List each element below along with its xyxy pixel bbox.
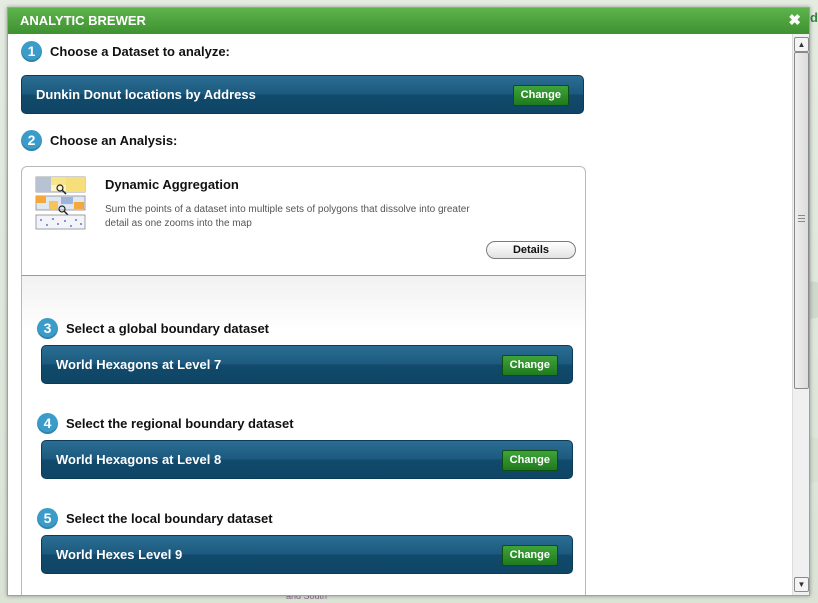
dataset-name-main: Dunkin Donut locations by Address	[36, 87, 256, 102]
vertical-scrollbar[interactable]: ▲ ▼	[792, 34, 809, 595]
dataset-bar-global: World Hexagons at Level 7 Change	[41, 345, 573, 384]
step-5-heading: 5 Select the local boundary dataset	[37, 508, 273, 529]
scrollbar-grip-icon	[798, 215, 805, 223]
step-1-label: Choose a Dataset to analyze:	[50, 44, 230, 59]
dialog-content: 1 Choose a Dataset to analyze: Dunkin Do…	[8, 34, 793, 595]
map-edge-text: d	[810, 10, 818, 25]
step-3-badge: 3	[37, 318, 58, 339]
analysis-card[interactable]: Dynamic Aggregation Sum the points of a …	[21, 166, 586, 276]
analysis-title: Dynamic Aggregation	[105, 177, 239, 192]
scrollbar-thumb[interactable]	[794, 52, 809, 389]
change-regional-boundary-button[interactable]: Change	[501, 450, 558, 471]
step-2-heading: 2 Choose an Analysis:	[21, 130, 177, 151]
close-icon[interactable]: ✖	[788, 8, 801, 34]
dialog-title-bar[interactable]: ANALYTIC BREWER ✖	[8, 8, 809, 34]
dataset-bar-local: World Hexes Level 9 Change	[41, 535, 573, 574]
analysis-description: Sum the points of a dataset into multipl…	[105, 204, 470, 229]
scroll-up-icon[interactable]: ▲	[794, 37, 809, 52]
step-1-heading: 1 Choose a Dataset to analyze:	[21, 41, 230, 62]
step-3-label: Select a global boundary dataset	[66, 321, 269, 336]
step-5-label: Select the local boundary dataset	[66, 511, 273, 526]
step-3-heading: 3 Select a global boundary dataset	[37, 318, 269, 339]
analytic-brewer-dialog: ANALYTIC BREWER ✖ 1 Choose a Dataset to …	[7, 7, 810, 596]
step-4-badge: 4	[37, 413, 58, 434]
details-button[interactable]: Details	[486, 241, 576, 259]
step-4-label: Select the regional boundary dataset	[66, 416, 294, 431]
step-1-badge: 1	[21, 41, 42, 62]
dataset-bar-main: Dunkin Donut locations by Address Change	[21, 75, 584, 114]
dataset-name-regional: World Hexagons at Level 8	[56, 452, 222, 467]
aggregation-thumbnail-icon	[35, 176, 86, 230]
step-2-badge: 2	[21, 130, 42, 151]
step-5-badge: 5	[37, 508, 58, 529]
change-local-boundary-button[interactable]: Change	[501, 545, 558, 566]
dataset-name-global: World Hexagons at Level 7	[56, 357, 222, 372]
step-2-label: Choose an Analysis:	[50, 133, 178, 148]
change-global-boundary-button[interactable]: Change	[501, 355, 558, 376]
scroll-down-icon[interactable]: ▼	[794, 577, 809, 592]
change-dataset-button[interactable]: Change	[512, 85, 569, 106]
dataset-bar-regional: World Hexagons at Level 8 Change	[41, 440, 573, 479]
dialog-title: ANALYTIC BREWER	[20, 13, 146, 28]
step-4-heading: 4 Select the regional boundary dataset	[37, 413, 294, 434]
dataset-name-local: World Hexes Level 9	[56, 547, 183, 562]
